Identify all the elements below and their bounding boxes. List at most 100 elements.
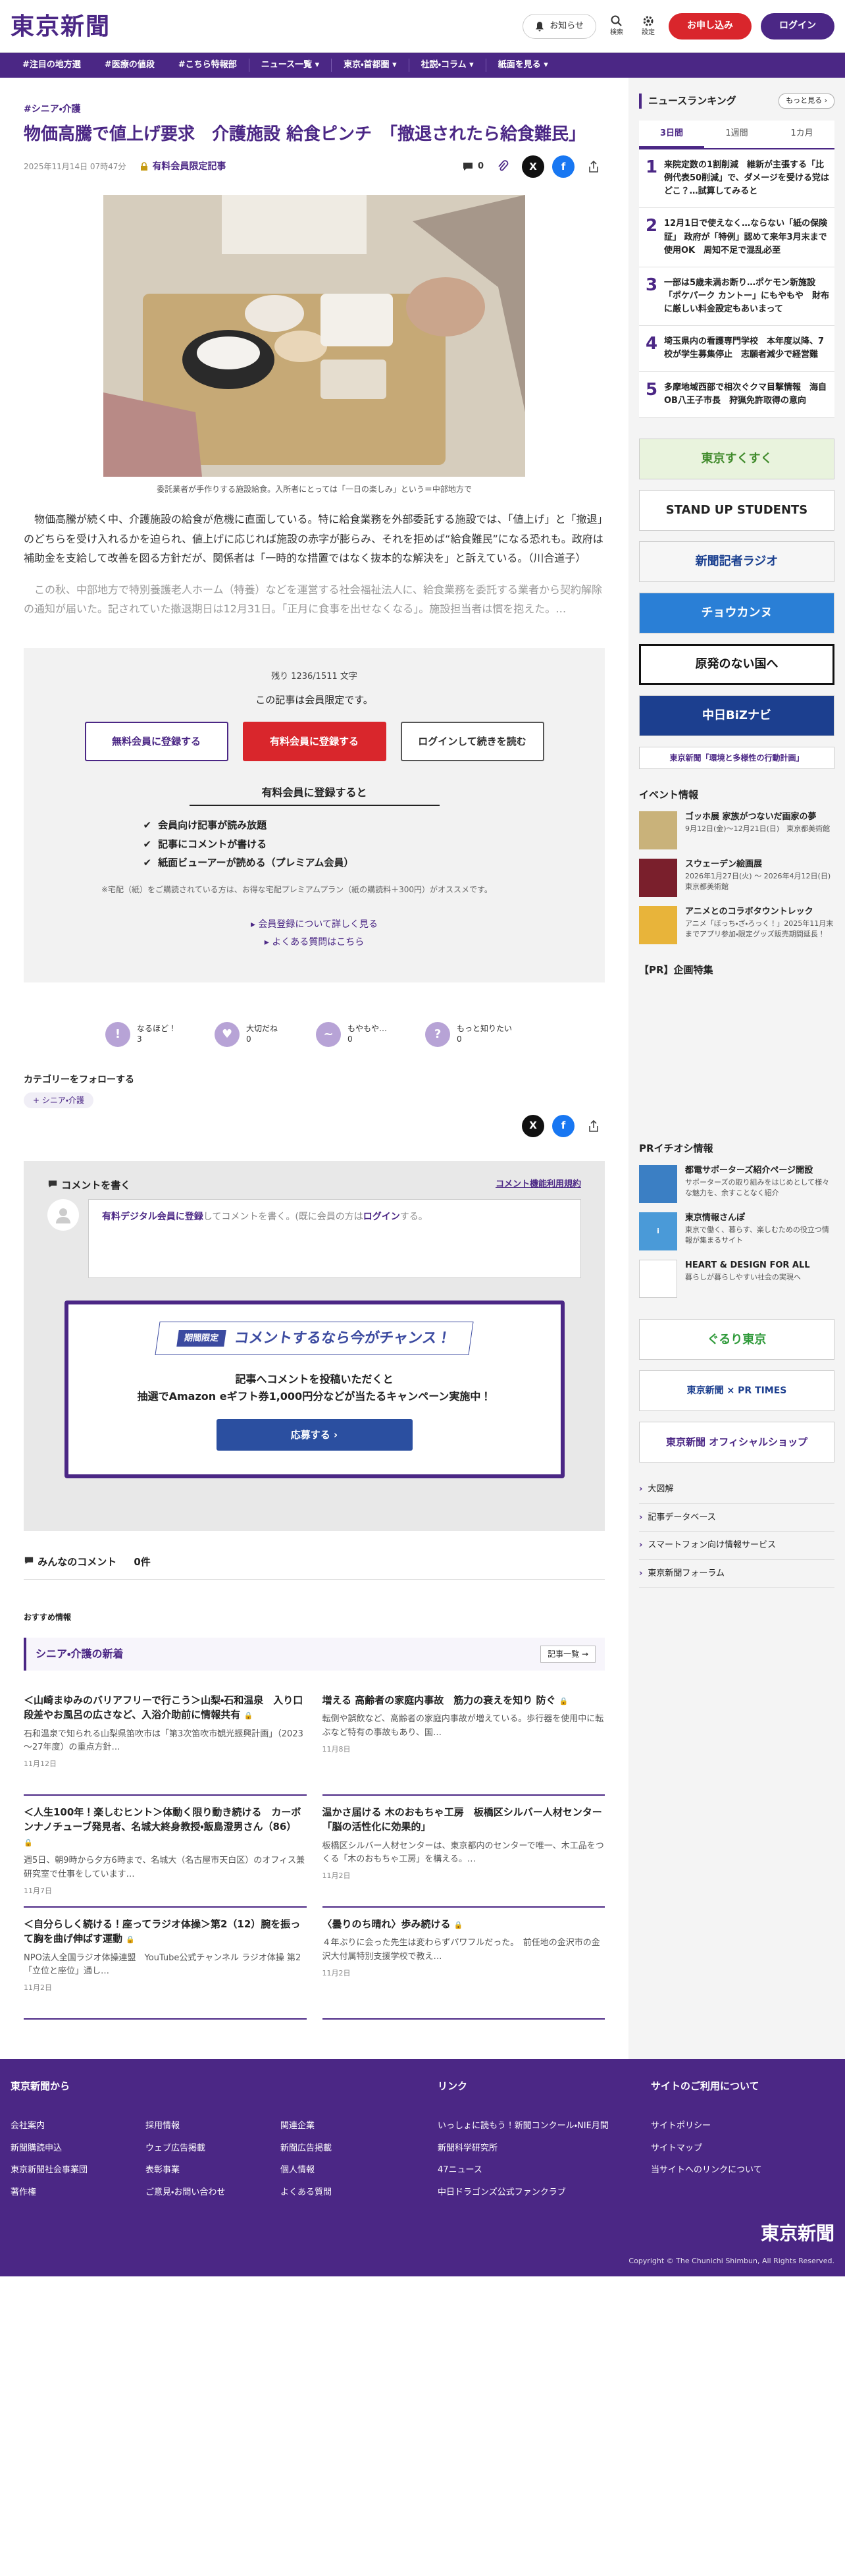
- footer-link[interactable]: ご意見・お問い合わせ: [145, 2186, 280, 2199]
- footer-link[interactable]: 新聞広告掲載: [280, 2142, 415, 2155]
- comment-input[interactable]: 有料デジタル会員に登録してコメントを書く。(既に会員の方はログインする。: [88, 1199, 581, 1279]
- settings-button[interactable]: 設定: [637, 14, 659, 38]
- share-x-button[interactable]: X: [522, 1114, 544, 1137]
- footer-link[interactable]: 新聞購読申込: [11, 2142, 145, 2155]
- follow-tag-senior-care[interactable]: + シニア・介護: [24, 1092, 93, 1108]
- footer-link[interactable]: ウェブ広告掲載: [145, 2142, 280, 2155]
- reaction-count: 0: [246, 1034, 251, 1044]
- event-title: アニメとのコラボタウントレック: [685, 907, 813, 917]
- list-item[interactable]: ＜自分らしく続ける！座ってラジオ体操＞第2（12）腕を振って胸を曲げ伸ばす運動 …: [24, 1908, 307, 2020]
- tab-3days[interactable]: 3日間: [639, 121, 704, 148]
- banner-chokanu[interactable]: チョウカンヌ: [639, 592, 834, 633]
- tab-1month[interactable]: 1カ月: [769, 121, 834, 149]
- comment-login-link[interactable]: ログイン: [363, 1212, 400, 1222]
- article-list-button[interactable]: 記事一覧 →: [540, 1645, 596, 1663]
- banner-chunichi-biz[interactable]: 中日BiZナビ: [639, 695, 834, 736]
- footer-link[interactable]: 東京新聞社会事業団: [11, 2164, 145, 2177]
- reaction-taisetsu[interactable]: ♥ 大切だね 0: [215, 1021, 278, 1047]
- footer-link[interactable]: 関連企業: [280, 2120, 415, 2133]
- list-item[interactable]: 〈曇りのち晴れ〉歩み続ける 🔒 ４年ぶりに会った先生は変わらずパワフルだった。 …: [322, 1908, 605, 2020]
- list-item[interactable]: ＜人生100年！楽しむヒント＞体動く限り動き続ける カーボンナノチューブ発見者、…: [24, 1796, 307, 1908]
- comment-count-button[interactable]: 0: [462, 160, 484, 173]
- ranking-item[interactable]: 3 一部は5歳未満お断り…ポケモン新施設「ポケパーク カントー」にもやもや 財布に…: [639, 267, 834, 327]
- pr-item[interactable]: i 東京情報さんぽ 東京で働く、暮らす、楽しむための役立つ情報が集まるサイト: [639, 1212, 834, 1251]
- article-category-link[interactable]: #シニア・介護: [24, 104, 81, 115]
- share-generic-button[interactable]: [582, 155, 605, 178]
- ranking-more-link[interactable]: もっと見る ›: [779, 94, 834, 109]
- event-item[interactable]: スウェーデン絵画展 2026年1月27日(火) ～ 2026年4月12日(日) 東…: [639, 859, 838, 898]
- register-free-button[interactable]: 無料会員に登録する: [84, 722, 228, 762]
- search-button[interactable]: 検索: [605, 14, 628, 38]
- list-item[interactable]: 増える 高齢者の家庭内事故 筋力の衰えを知り 防ぐ 🔒 転倒や誤飲など、高齢者の…: [322, 1684, 605, 1796]
- reaction-naruhodo[interactable]: ! なるほど！ 3: [105, 1021, 176, 1047]
- sidebar-link[interactable]: 大図解: [639, 1476, 834, 1504]
- footer-link[interactable]: 会社案内: [11, 2120, 145, 2133]
- pr-item[interactable]: HEART & DESIGN FOR ALL 暮らしが暮らしやすい社会の実現へ: [639, 1260, 834, 1299]
- share-x-button[interactable]: X: [522, 155, 544, 178]
- footer-link[interactable]: 著作権: [11, 2186, 145, 2199]
- nav-item-special-report[interactable]: #こちら特報部: [166, 59, 249, 72]
- footer-link[interactable]: 47ニュース: [438, 2164, 628, 2177]
- ranking-item[interactable]: 1 来院定数の1割削減 維新が主張する「比例代表50削減」で、ダメージを受ける党は…: [639, 149, 834, 209]
- pr-item[interactable]: 都電サポーターズ紹介ページ開設 サポーターズの取り組みをはじめとして様々な魅力を、…: [639, 1165, 834, 1204]
- reaction-motto[interactable]: ? もっと知りたい 0: [425, 1021, 512, 1047]
- campaign-apply-button[interactable]: 応募する ›: [216, 1419, 413, 1451]
- footer-link[interactable]: 新聞科学研究所: [438, 2142, 628, 2155]
- clip-button[interactable]: [492, 155, 514, 178]
- nav-item-local-election[interactable]: #注目の地方選: [11, 59, 93, 72]
- banner-gururi-tokyo[interactable]: ぐるり東京: [639, 1319, 834, 1360]
- footer-link[interactable]: サイトポリシー: [651, 2120, 762, 2133]
- banner-no-nuclear[interactable]: 原発のない国へ: [639, 643, 834, 685]
- ranking-item[interactable]: 2 12月1日で使えなく…ならない「紙の保険証」 政府が「特例」認めて来年3月末ま…: [639, 208, 834, 267]
- footer-link[interactable]: 中日ドラゴンズ公式ファンクラブ: [438, 2186, 628, 2199]
- site-logo[interactable]: 東京新聞: [11, 9, 111, 44]
- footer-link[interactable]: サイトマップ: [651, 2142, 762, 2155]
- event-date: アニメ「ぼっち・ざ・ろっく！」2025年11月末までアプリ参加・限定グッズ販売期…: [685, 919, 834, 939]
- comment-register-link[interactable]: 有料デジタル会員に登録: [102, 1212, 203, 1222]
- nav-item-paper-view[interactable]: 紙面を見る ▾: [486, 59, 560, 72]
- list-item[interactable]: ＜山崎まゆみのバリアフリーで行こう＞山梨・石和温泉 入り口段差やお風呂の広さなど…: [24, 1684, 307, 1796]
- footer-link[interactable]: 表彰事業: [145, 2164, 280, 2177]
- banner-official-shop[interactable]: 東京新聞 オフィシャルショップ: [639, 1422, 834, 1463]
- register-paid-button[interactable]: 有料会員に登録する: [242, 722, 386, 762]
- banner-stand-up-students[interactable]: STAND UP STUDENTS: [639, 489, 834, 531]
- comment-rules-link[interactable]: コメント機能利用規約: [496, 1178, 581, 1193]
- notice-button[interactable]: お知らせ: [523, 13, 596, 39]
- footer-logo[interactable]: 東京新聞: [761, 2220, 834, 2247]
- nav-item-news-list[interactable]: ニュース一覧 ▾: [249, 59, 331, 72]
- membership-details-link[interactable]: 会員登録について詳しく見る: [258, 919, 378, 930]
- list-item[interactable]: 温かさ届ける 木のおもちゃ工房 板橋区シルバー人材センター「脳の活性化に効果的」…: [322, 1796, 605, 1908]
- ranking-title-text: 来院定数の1割削減 維新が主張する「比例代表50削減」で、ダメージを受ける党はど…: [664, 160, 829, 197]
- event-item[interactable]: アニメとのコラボタウントレックアニメ「ぼっち・ざ・ろっく！」2025年11月末ま…: [639, 906, 834, 945]
- faq-link[interactable]: よくある質問はこちら: [272, 937, 364, 948]
- banner-sukusuku[interactable]: 東京すくすく: [639, 438, 834, 479]
- banner-pr-times[interactable]: 東京新聞 × PR TIMES: [639, 1370, 834, 1412]
- apply-button[interactable]: お申し込み: [669, 13, 752, 40]
- paywall-panel: 残り 1236/1511 文字 この記事は会員限定です。 無料会員に登録する 有…: [24, 648, 605, 982]
- footer-link[interactable]: よくある質問: [280, 2186, 415, 2199]
- footer-link[interactable]: いっしょに読もう！新聞コンクール・NIE月間: [438, 2120, 628, 2133]
- login-to-read-button[interactable]: ログインして続きを読む: [400, 722, 544, 762]
- footer-link[interactable]: 当サイトへのリンクについて: [651, 2164, 762, 2177]
- banner-action-plan[interactable]: 東京新聞「環境と多様性の行動計画」: [639, 746, 834, 769]
- ranking-item[interactable]: 4 埼玉県内の看護専門学校 本年度以降、7校が学生募集停止 志願者減少で経営難: [639, 326, 834, 372]
- login-button[interactable]: ログイン: [761, 13, 834, 40]
- banner-reporter-radio[interactable]: 新聞記者ラジオ: [639, 541, 834, 582]
- reaction-moyamoya[interactable]: ~ もやもや… 0: [316, 1021, 387, 1047]
- tab-1week[interactable]: 1週間: [704, 121, 769, 149]
- sidebar-link[interactable]: 東京新聞フォーラム: [639, 1560, 834, 1588]
- sidebar-link[interactable]: スマートフォン向け情報サービス: [639, 1532, 834, 1560]
- footer-link[interactable]: 個人情報: [280, 2164, 415, 2177]
- sidebar-link[interactable]: 記事データベース: [639, 1504, 834, 1532]
- recommend-section-title: シニア・介護の新着: [36, 1647, 124, 1660]
- event-item[interactable]: ゴッホ展 家族がつないだ画家の夢 9月12日(金)～12月21日(日) 東京都美術…: [639, 811, 834, 850]
- share-facebook-button[interactable]: f: [552, 1114, 575, 1137]
- nav-item-medical-price[interactable]: #医療の値段: [93, 59, 166, 72]
- share-generic-button[interactable]: [582, 1114, 605, 1137]
- share-facebook-button[interactable]: f: [552, 155, 575, 178]
- ranking-item[interactable]: 5 多摩地域西部で相次ぐクマ目撃情報 海自OB八王子市長 狩猟免許取得の意向: [639, 371, 834, 417]
- nav-item-editorial[interactable]: 社説・コラム ▾: [409, 59, 486, 72]
- event-date: 9月12日(金)～12月21日(日) 東京都美術館: [685, 824, 831, 834]
- nav-item-tokyo[interactable]: 東京・首都圏 ▾: [332, 59, 408, 72]
- footer-link[interactable]: 採用情報: [145, 2120, 280, 2133]
